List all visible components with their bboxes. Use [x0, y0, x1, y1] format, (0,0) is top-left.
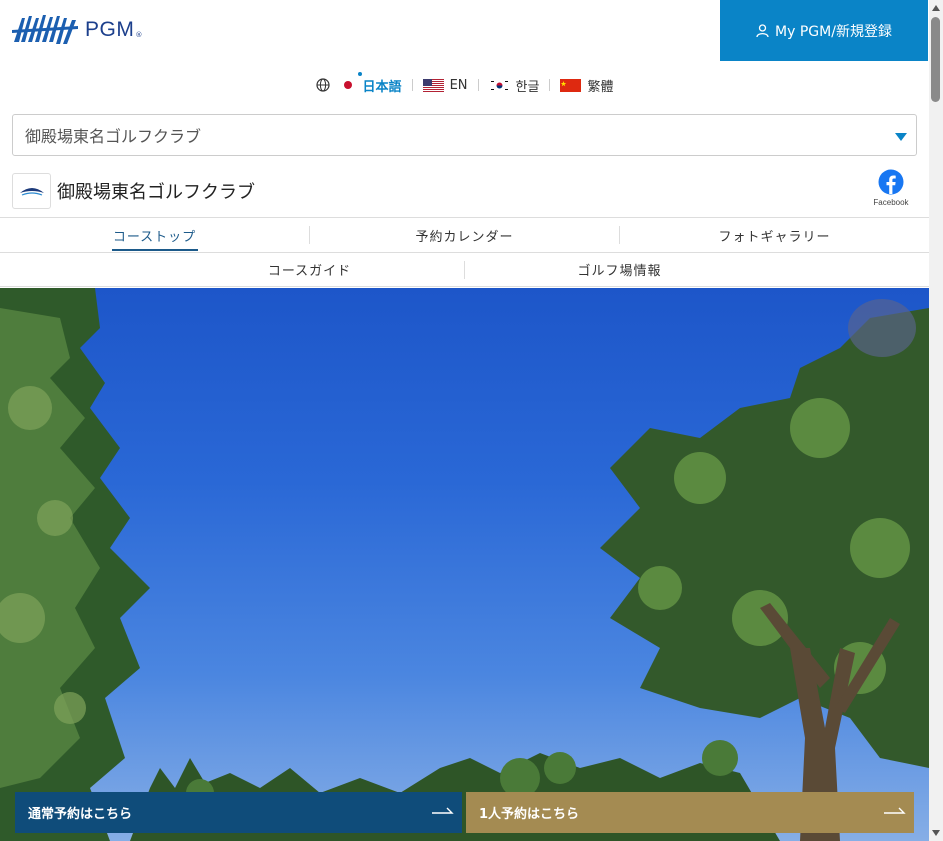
facebook-link[interactable]: Facebook: [873, 169, 909, 207]
course-name: 御殿場東名ゴルフクラブ: [57, 182, 255, 203]
normal-reservation-label: 通常予約はこちら: [28, 807, 133, 822]
us-flag-icon: [422, 78, 444, 92]
pgm-logo-text: PGM: [85, 18, 135, 41]
lang-divider: [411, 79, 413, 91]
tab-golf-course-info[interactable]: ゴルフ場情報: [465, 253, 774, 286]
course-emblem-icon: [19, 188, 44, 196]
globe-icon: [315, 78, 330, 92]
pgm-logo[interactable]: PGM ®: [12, 12, 142, 48]
scroll-up-arrow-icon[interactable]: [932, 5, 940, 11]
korea-flag-icon: [488, 78, 510, 92]
china-flag-icon: [560, 78, 582, 92]
lang-divider: [477, 79, 479, 91]
facebook-label: Facebook: [873, 198, 909, 207]
user-icon: [756, 23, 769, 38]
arrow-right-icon: [884, 807, 906, 814]
lang-korean-label: 한글: [515, 79, 540, 95]
course-select[interactable]: 御殿場東名ゴルフクラブ: [12, 114, 917, 156]
scroll-down-arrow-icon[interactable]: [932, 830, 940, 836]
hero-image: [0, 288, 929, 841]
solo-reservation-button[interactable]: 1人予約はこちら: [466, 792, 914, 833]
course-logo: [12, 173, 51, 209]
course-tabs-row2: コースガイド ゴルフ場情報: [0, 252, 929, 287]
tab-course-guide[interactable]: コースガイド: [155, 253, 464, 286]
pgm-logo-mark-icon: [12, 15, 78, 44]
page: PGM ® My PGM/新規登録 日本語 EN 한글 繁體 御殿場東名ゴルフク…: [0, 0, 929, 841]
lang-japanese[interactable]: 日本語: [343, 71, 402, 95]
mypgm-register-label: My PGM/新規登録: [775, 23, 892, 40]
lang-english[interactable]: EN: [422, 77, 468, 93]
lang-traditional-chinese-label: 繁體: [587, 79, 614, 95]
tab-golf-course-info-label: ゴルフ場情報: [577, 264, 662, 279]
arrow-right-icon: [432, 807, 454, 814]
normal-reservation-button[interactable]: 通常予約はこちら: [15, 792, 462, 833]
language-bar: 日本語 EN 한글 繁體: [0, 71, 929, 96]
page-scrollbar[interactable]: [929, 0, 943, 841]
facebook-icon: [878, 169, 904, 195]
tab-course-top[interactable]: コーストップ: [0, 218, 309, 252]
tab-reservation-calendar-label: 予約カレンダー: [415, 229, 514, 245]
lang-korean[interactable]: 한글: [488, 76, 540, 95]
tab-course-guide-label: コースガイド: [267, 264, 352, 279]
tab-course-top-label: コーストップ: [112, 229, 197, 245]
slider-control[interactable]: [848, 299, 916, 357]
course-tabs-row1: コーストップ 予約カレンダー フォトギャラリー: [0, 217, 929, 252]
course-select-value: 御殿場東名ゴルフクラブ: [25, 127, 202, 146]
japan-flag-icon: [343, 81, 352, 89]
lang-english-label: EN: [449, 77, 468, 93]
lang-traditional-chinese[interactable]: 繁體: [560, 76, 613, 95]
pgm-logo-reg: ®: [135, 31, 143, 39]
tab-photo-gallery-label: フォトギャラリー: [718, 229, 831, 245]
hero-trees-illustration: [0, 288, 929, 841]
mypgm-register-button[interactable]: My PGM/新規登録: [720, 0, 928, 61]
tab-reservation-calendar[interactable]: 予約カレンダー: [310, 218, 619, 252]
lang-japanese-label: 日本語: [362, 79, 402, 95]
tab-photo-gallery[interactable]: フォトギャラリー: [620, 218, 929, 252]
solo-reservation-label: 1人予約はこちら: [479, 807, 580, 822]
caret-down-icon: [895, 133, 907, 141]
course-header: 御殿場東名ゴルフクラブ Facebook: [12, 169, 917, 211]
lang-divider: [549, 79, 551, 91]
scrollbar-thumb[interactable]: [931, 17, 940, 102]
active-indicator: [357, 71, 362, 76]
